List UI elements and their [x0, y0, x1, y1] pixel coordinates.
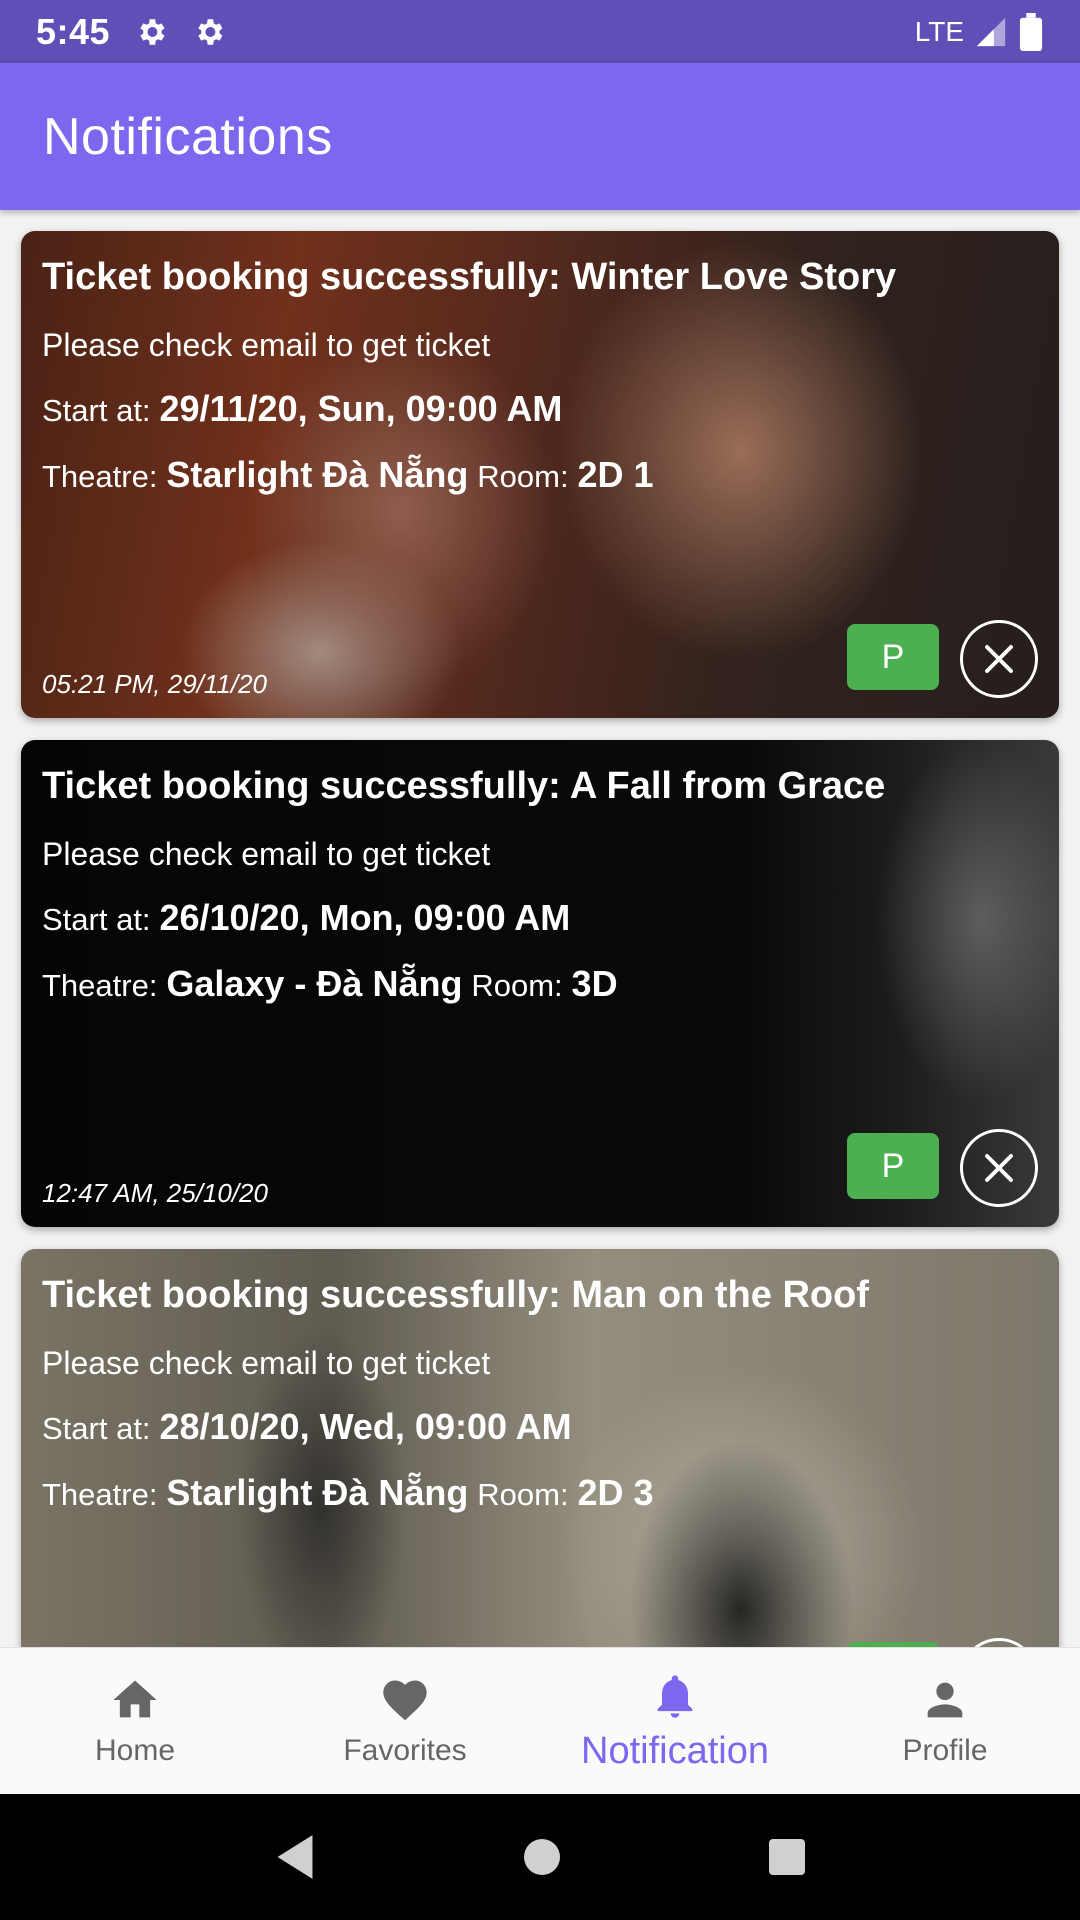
- notification-card[interactable]: Ticket booking successfully: Man on the …: [21, 1249, 1059, 1647]
- bottom-navigation: Home Favorites Notification Profile: [0, 1647, 1080, 1794]
- network-label: LTE: [914, 15, 964, 47]
- gear-icon: [198, 18, 223, 45]
- nav-item-notification[interactable]: Notification: [540, 1648, 810, 1794]
- room-value: 2D 1: [577, 454, 654, 495]
- room-value: 2D 3: [577, 1472, 654, 1513]
- payment-badge-button[interactable]: P: [847, 1133, 939, 1199]
- theatre-row: Theatre: Starlight Đà Nẵng Room: 2D 1: [42, 453, 1038, 499]
- notification-timestamp: 12:47 AM, 25/10/20: [42, 1178, 268, 1208]
- close-icon: [985, 1154, 1013, 1182]
- theatre-label: Theatre:: [42, 968, 158, 1003]
- start-value: 26/10/20, Mon, 09:00 AM: [159, 897, 571, 938]
- nav-label: Profile: [902, 1734, 988, 1767]
- start-label: Start at:: [42, 1411, 151, 1446]
- nav-item-profile[interactable]: Profile: [810, 1648, 1080, 1794]
- start-time-row: Start at: 28/10/20, Wed, 09:00 AM: [42, 1405, 1038, 1451]
- room-value: 3D: [571, 963, 618, 1004]
- room-label: Room:: [477, 459, 569, 494]
- start-time-row: Start at: 26/10/20, Mon, 09:00 AM: [42, 896, 1038, 942]
- notification-card[interactable]: Ticket booking successfully: Winter Love…: [21, 231, 1059, 718]
- nav-label: Favorites: [343, 1734, 467, 1767]
- start-value: 28/10/20, Wed, 09:00 AM: [159, 1406, 572, 1447]
- payment-badge-button[interactable]: P: [847, 624, 939, 690]
- signal-icon: [976, 17, 1006, 46]
- nav-item-home[interactable]: Home: [0, 1648, 270, 1794]
- theatre-label: Theatre:: [42, 459, 158, 494]
- dismiss-button[interactable]: [960, 620, 1038, 698]
- start-label: Start at:: [42, 393, 151, 428]
- back-icon[interactable]: [273, 1833, 317, 1881]
- recents-icon[interactable]: [767, 1837, 807, 1877]
- notification-list[interactable]: Ticket booking successfully: Winter Love…: [0, 210, 1080, 1647]
- nav-item-favorites[interactable]: Favorites: [270, 1648, 540, 1794]
- status-time: 5:45: [36, 10, 111, 52]
- start-value: 29/11/20, Sun, 09:00 AM: [159, 388, 563, 429]
- battery-icon: [1019, 12, 1043, 51]
- notification-title: Ticket booking successfully: Man on the …: [42, 1274, 869, 1316]
- notification-message: Please check email to get ticket: [42, 1345, 491, 1381]
- home-icon: [113, 1680, 157, 1718]
- theatre-value: Starlight Đà Nẵng: [166, 454, 469, 495]
- notification-card[interactable]: Ticket booking successfully: A Fall from…: [21, 740, 1059, 1227]
- start-label: Start at:: [42, 902, 151, 937]
- theatre-value: Starlight Đà Nẵng: [166, 1472, 469, 1513]
- close-icon: [985, 645, 1013, 673]
- system-navigation-bar: [0, 1794, 1080, 1920]
- gear-icon: [140, 18, 165, 45]
- notification-message: Please check email to get ticket: [42, 327, 491, 363]
- room-label: Room:: [471, 968, 563, 1003]
- notification-timestamp: 05:21 PM, 29/11/20: [42, 669, 268, 699]
- notification-title: Ticket booking successfully: A Fall from…: [42, 765, 886, 807]
- heart-icon: [383, 1680, 427, 1721]
- theatre-row: Theatre: Galaxy - Đà Nẵng Room: 3D: [42, 962, 1038, 1008]
- room-label: Room:: [477, 1477, 569, 1512]
- dismiss-button[interactable]: [960, 1129, 1038, 1207]
- start-time-row: Start at: 29/11/20, Sun, 09:00 AM: [42, 387, 1038, 433]
- notification-message: Please check email to get ticket: [42, 836, 491, 872]
- app-bar: Notifications: [0, 63, 1080, 210]
- home-circle-icon[interactable]: [522, 1837, 562, 1877]
- nav-label: Home: [94, 1734, 176, 1767]
- bell-icon: [657, 1674, 693, 1718]
- theatre-row: Theatre: Starlight Đà Nẵng Room: 2D 3: [42, 1471, 1038, 1517]
- page-title: Notifications: [43, 107, 333, 166]
- person-icon: [927, 1682, 963, 1718]
- theatre-label: Theatre:: [42, 1477, 158, 1512]
- nav-label: Notification: [581, 1729, 769, 1772]
- status-bar: 5:45 LTE: [0, 0, 1080, 63]
- status-right: LTE: [914, 12, 1044, 51]
- notification-title: Ticket booking successfully: Winter Love…: [42, 256, 897, 298]
- theatre-value: Galaxy - Đà Nẵng: [166, 963, 463, 1004]
